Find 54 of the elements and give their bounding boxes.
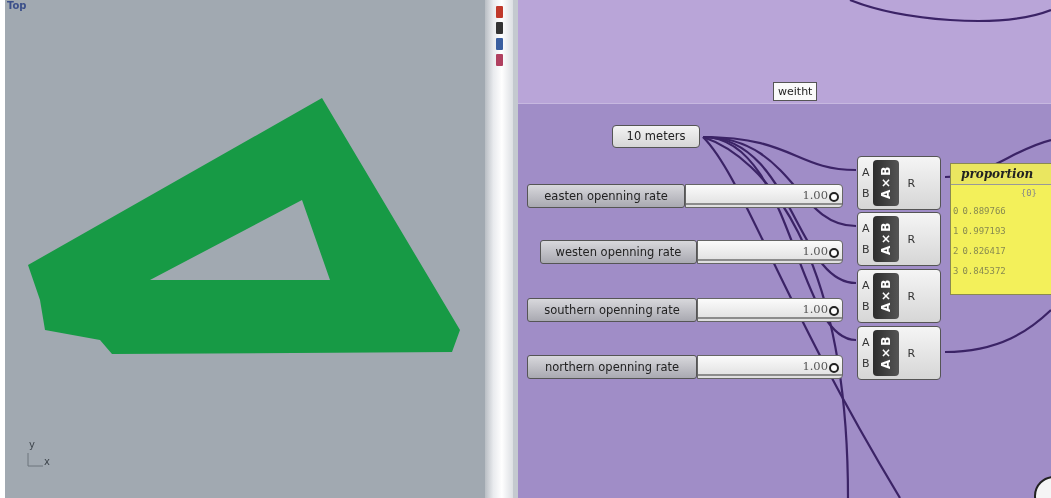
axis-label: y [29,439,35,450]
data-panel[interactable]: proportion {0} 0 0.889766 1 0.997193 2 0.826417 3 0.845372 [950,163,1051,295]
row-value: 0.845372 [962,265,1006,278]
input-label: B [862,243,870,256]
operator-label: A×B [872,330,899,376]
output-label: R [907,176,916,190]
operator-label: A×B [872,160,899,206]
operator-label: A×B [872,273,899,319]
slider-knob[interactable] [829,192,839,202]
row-index: 3 [953,265,959,278]
output-label: R [907,289,916,303]
operator-label: A×B [872,216,899,262]
row-value: 0.889766 [962,205,1006,218]
viewport[interactable]: Top y x [5,0,485,498]
row-index: 1 [953,225,959,238]
axis-icon [27,453,43,467]
output-label: R [907,346,916,360]
toolbar-icon[interactable] [495,54,503,66]
slider-label[interactable]: easten openning rate [527,184,685,208]
panel-path: {0} [1019,187,1038,200]
toolbar-icon[interactable] [495,22,503,34]
input-label: A [862,222,870,235]
row-value: 0.826417 [962,245,1006,258]
row-index: 2 [953,245,959,258]
output-label: R [907,232,916,246]
slider-value: 1.00 [802,188,828,202]
slider-value: 1.00 [802,359,828,373]
slider[interactable]: 1.00 [697,355,843,379]
slider-knob[interactable] [829,248,839,258]
tooltip: weitht [773,82,818,101]
input-label: A [862,279,870,292]
input-label: A [862,166,870,179]
slider-label[interactable]: southern openning rate [527,298,697,322]
toolbar-icon[interactable] [495,6,503,18]
number-parameter[interactable]: 10 meters [612,125,700,148]
input-label: B [862,357,870,370]
slider-value: 1.00 [802,244,828,258]
node-canvas[interactable] [513,0,1051,498]
slider-label[interactable]: westen openning rate [540,240,697,264]
slider[interactable]: 1.00 [697,240,843,264]
slider[interactable]: 1.00 [697,298,843,322]
slider[interactable]: 1.00 [685,184,843,208]
row-value: 0.997193 [962,225,1006,238]
panel-title: proportion [951,164,1051,185]
axis-label: x [44,457,50,467]
toolbar-icon[interactable] [495,38,503,50]
input-label: B [862,300,870,313]
slider-knob[interactable] [829,306,839,316]
slider-knob[interactable] [829,363,839,373]
slider-label[interactable]: northern openning rate [527,355,697,379]
input-label: B [862,187,870,200]
slider-value: 1.00 [802,302,828,316]
input-label: A [862,336,870,349]
row-index: 0 [953,205,959,218]
